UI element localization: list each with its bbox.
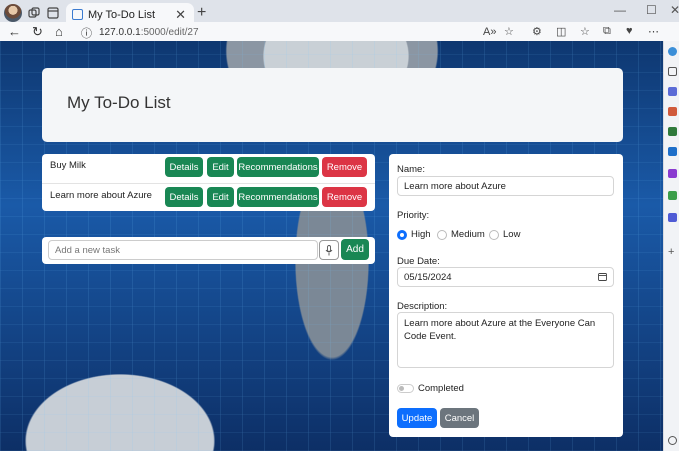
page-title: My To-Do List [67,93,171,112]
games-sidebar-icon[interactable] [668,127,677,136]
completed-label: Completed [418,383,464,394]
radio-unchecked-icon [437,229,447,240]
refresh-icon[interactable]: ↻ [32,24,43,40]
calendar-icon[interactable] [598,272,607,284]
description-field[interactable]: Learn more about Azure at the Everyone C… [397,312,614,368]
edit-button[interactable]: Edit [207,187,234,207]
name-field[interactable]: Learn more about Azure [397,176,614,196]
read-aloud-icon[interactable]: A» [483,26,496,38]
search-sidebar-icon[interactable] [668,67,677,76]
description-label: Description: [397,301,448,312]
address-row: ← ↻ ⌂ ⓘ 127.0.0.1:5000/edit/27 A» ☆ ⚙ ◫ … [0,22,679,41]
url-path: :5000/edit/27 [140,27,199,38]
task-list: Buy Milk Details Edit Recommendations Re… [42,154,375,211]
tab-actions-icon[interactable] [45,5,61,21]
priority-high-radio[interactable]: High [397,229,431,240]
remove-button[interactable]: Remove [322,187,367,207]
minimize-icon[interactable]: — [614,3,626,17]
name-label: Name: [397,164,425,175]
designer-sidebar-icon[interactable] [668,169,677,178]
details-button[interactable]: Details [165,187,203,207]
recommendations-button[interactable]: Recommendations [237,157,319,177]
cancel-button[interactable]: Cancel [440,408,479,428]
tools-sidebar-icon[interactable] [668,107,677,116]
page-background: My To-Do List Buy Milk Details Edit Reco… [0,41,663,451]
radio-label: High [411,229,431,240]
tab-title: My To-Do List [88,9,156,21]
task-row: Buy Milk Details Edit Recommendations Re… [42,154,375,182]
add-sidebar-icon[interactable]: + [668,246,674,258]
drop-sidebar-icon[interactable] [668,191,677,200]
workspaces-icon[interactable] [26,5,42,21]
collections-icon[interactable]: ⧉ [603,25,611,38]
edit-task-form: Name: Learn more about Azure Priority: H… [389,154,623,437]
details-button[interactable]: Details [165,157,203,177]
tab-close-icon[interactable]: ✕ [175,7,186,23]
add-task-card: Add a new task Add [42,237,375,264]
edge-sidebar: + [663,41,679,451]
teams-sidebar-icon[interactable] [668,213,677,222]
favorites-icon[interactable]: ☆ [580,25,590,38]
remove-button[interactable]: Remove [322,157,367,177]
copilot-icon[interactable]: ♥ [626,25,633,37]
settings-sidebar-icon[interactable] [668,436,677,445]
address-bar[interactable]: 127.0.0.1:5000/edit/27 [99,27,199,38]
radio-label: Medium [451,229,485,240]
profile-avatar[interactable] [4,4,22,22]
update-button[interactable]: Update [397,408,437,428]
favorite-icon[interactable]: ☆ [504,25,514,38]
close-window-icon[interactable]: ✕ [670,3,679,17]
url-host: 127.0.0.1 [99,27,141,38]
home-icon[interactable]: ⌂ [55,24,63,39]
edit-button[interactable]: Edit [207,157,234,177]
maximize-icon[interactable]: ☐ [646,3,657,17]
extensions-icon[interactable]: ⚙ [532,25,542,38]
shopping-sidebar-icon[interactable] [668,87,677,96]
due-date-value: 05/15/2024 [404,272,452,283]
recommendations-button[interactable]: Recommendations [237,187,319,207]
header-card: My To-Do List [42,68,623,142]
task-row: Learn more about Azure Details Edit Reco… [42,183,375,211]
add-button[interactable]: Add [341,239,369,260]
due-date-label: Due Date: [397,256,440,267]
microphone-icon[interactable] [319,240,339,260]
new-tab-button[interactable]: + [197,4,206,22]
copilot-sidebar-icon[interactable] [668,47,677,56]
new-task-input[interactable]: Add a new task [48,240,318,260]
radio-unchecked-icon [489,229,499,240]
tab-favicon-icon [72,9,83,20]
info-icon[interactable]: ⓘ [81,25,92,41]
due-date-field[interactable]: 05/15/2024 [397,267,614,287]
task-name: Learn more about Azure [50,190,152,201]
radio-label: Low [503,229,521,240]
outlook-sidebar-icon[interactable] [668,147,677,156]
split-screen-icon[interactable]: ◫ [556,25,566,38]
back-icon[interactable]: ← [8,24,21,39]
priority-medium-radio[interactable]: Medium [437,229,485,240]
priority-label: Priority: [397,210,430,221]
task-name: Buy Milk [50,160,86,171]
radio-checked-icon [397,229,407,240]
priority-low-radio[interactable]: Low [489,229,520,240]
completed-toggle[interactable] [397,384,414,393]
more-icon[interactable]: ⋯ [648,25,659,38]
